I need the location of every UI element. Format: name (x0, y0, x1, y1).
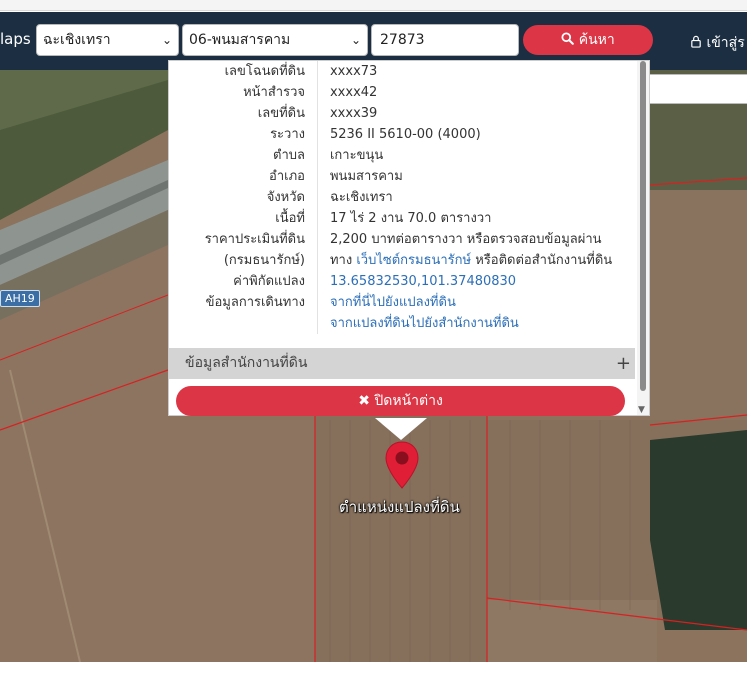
info-label: จังหวัด (266, 190, 305, 205)
parcel-info-popup: เลขโฉนดที่ดิน xxxx73 หน้าสำรวจ xxxx42 เล… (168, 60, 650, 416)
route-to-parcel-link[interactable]: จากที่นี่ไปยังแปลงที่ดิน (316, 292, 635, 313)
info-label: อำเภอ (269, 169, 305, 184)
district-select[interactable]: 06-พนมสารคาม ⌄ (182, 24, 368, 56)
route-to-office-link[interactable]: จากแปลงที่ดินไปยังสำนักงานที่ดิน (316, 313, 635, 334)
info-value: 5236 II 5610-00 (4000) (316, 124, 635, 145)
route-row: ข้อมูลการเดินทาง จากที่นี่ไปยังแปลงที่ดิ… (169, 292, 635, 313)
land-office-section-title: ข้อมูลสำนักงานที่ดิน (185, 355, 308, 371)
info-value: พนมสารคาม (316, 166, 635, 187)
info-value: เกาะขนุน (316, 145, 635, 166)
info-row: เนื้อที่ 17 ไร่ 2 งาน 70.0 ตารางวา (169, 208, 635, 229)
route-row-2: จากแปลงที่ดินไปยังสำนักงานที่ดิน (169, 313, 635, 334)
info-row: ระวาง 5236 II 5610-00 (4000) (169, 124, 635, 145)
parcel-number-input[interactable]: 27873 (371, 24, 519, 56)
price-value-prefix: ทาง (329, 253, 353, 268)
scroll-down-arrow-icon[interactable]: ▼ (638, 405, 645, 415)
price-value-2: ทาง เว็บไซต์กรมธนารักษ์ หรือติดต่อสำนักง… (316, 250, 635, 271)
location-pin-icon[interactable] (384, 440, 420, 492)
info-value: xxxx42 (316, 82, 635, 103)
page-bottom (0, 662, 747, 678)
chevron-down-icon: ⌄ (350, 33, 361, 47)
popup-scrollbar[interactable]: ▼ (637, 61, 649, 415)
info-value: xxxx39 (316, 103, 635, 124)
info-label: เลขที่ดิน (257, 106, 305, 121)
land-office-section-toggle[interactable]: ข้อมูลสำนักงานที่ดิน + (169, 348, 635, 379)
price-label: ราคาประเมินที่ดิน (204, 232, 305, 247)
info-row: หน้าสำรวจ xxxx42 (169, 82, 635, 103)
search-button[interactable]: ค้นหา (523, 25, 653, 55)
treasury-website-link[interactable]: เว็บไซต์กรมธนารักษ์ (356, 253, 471, 268)
info-value: 17 ไร่ 2 งาน 70.0 ตารางวา (316, 208, 635, 229)
plus-icon: + (615, 353, 631, 374)
route-label: ข้อมูลการเดินทาง (205, 295, 305, 310)
info-label: หน้าสำรวจ (243, 85, 305, 100)
info-value: ฉะเชิงเทรา (316, 187, 635, 208)
login-link[interactable]: เข้าสู่ร (690, 32, 745, 54)
info-row: จังหวัด ฉะเชิงเทรา (169, 187, 635, 208)
close-popup-button[interactable]: ✖ ปิดหน้าต่าง (176, 386, 625, 416)
close-icon: ✖ (358, 393, 370, 409)
province-select-value: ฉะเชิงเทรา (43, 32, 111, 48)
popup-pointer (375, 418, 427, 440)
info-row: เลขโฉนดที่ดิน xxxx73 (169, 61, 635, 82)
login-label: เข้าสู่ร (706, 35, 745, 51)
info-row: อำเภอ พนมสารคาม (169, 166, 635, 187)
close-popup-label: ปิดหน้าต่าง (374, 393, 443, 409)
price-label-source: (กรมธนารักษ์) (223, 253, 305, 268)
lock-icon (691, 35, 701, 48)
coord-row: ค่าพิกัดแปลง 13.65832530,101.37480830 (169, 271, 635, 292)
scrollbar-thumb[interactable] (640, 61, 646, 391)
brand-title: laps (0, 30, 31, 48)
info-value: xxxx73 (316, 61, 635, 82)
price-value-suffix: หรือติดต่อสำนักงานที่ดิน (475, 253, 613, 268)
search-icon (561, 32, 575, 45)
district-select-value: 06-พนมสารคาม (189, 32, 291, 48)
info-label: เลขโฉนดที่ดิน (224, 64, 305, 79)
chevron-down-icon: ⌄ (161, 33, 172, 47)
marker-label: ตำแหน่งแปลงที่ดิน (339, 498, 460, 516)
highway-label: AH19 (0, 290, 40, 307)
browser-top-strip (0, 0, 747, 11)
info-label: เนื้อที่ (275, 211, 305, 226)
info-row: เลขที่ดิน xxxx39 (169, 103, 635, 124)
price-value: 2,200 บาทต่อตารางวา หรือตรวจสอบข้อมูลผ่า… (316, 229, 635, 250)
parcel-info-table: เลขโฉนดที่ดิน xxxx73 หน้าสำรวจ xxxx42 เล… (169, 61, 635, 348)
search-button-label: ค้นหา (578, 32, 615, 48)
info-label: ตำบล (273, 148, 305, 163)
coord-link[interactable]: 13.65832530,101.37480830 (316, 271, 635, 292)
route-label-empty (169, 313, 317, 334)
price-row-2: (กรมธนารักษ์) ทาง เว็บไซต์กรมธนารักษ์ หร… (169, 250, 635, 271)
coord-label: ค่าพิกัดแปลง (233, 274, 305, 289)
price-row: ราคาประเมินที่ดิน 2,200 บาทต่อตารางวา หร… (169, 229, 635, 250)
info-label: ระวาง (270, 127, 305, 142)
info-row: ตำบล เกาะขนุน (169, 145, 635, 166)
province-select[interactable]: ฉะเชิงเทรา ⌄ (36, 24, 179, 56)
